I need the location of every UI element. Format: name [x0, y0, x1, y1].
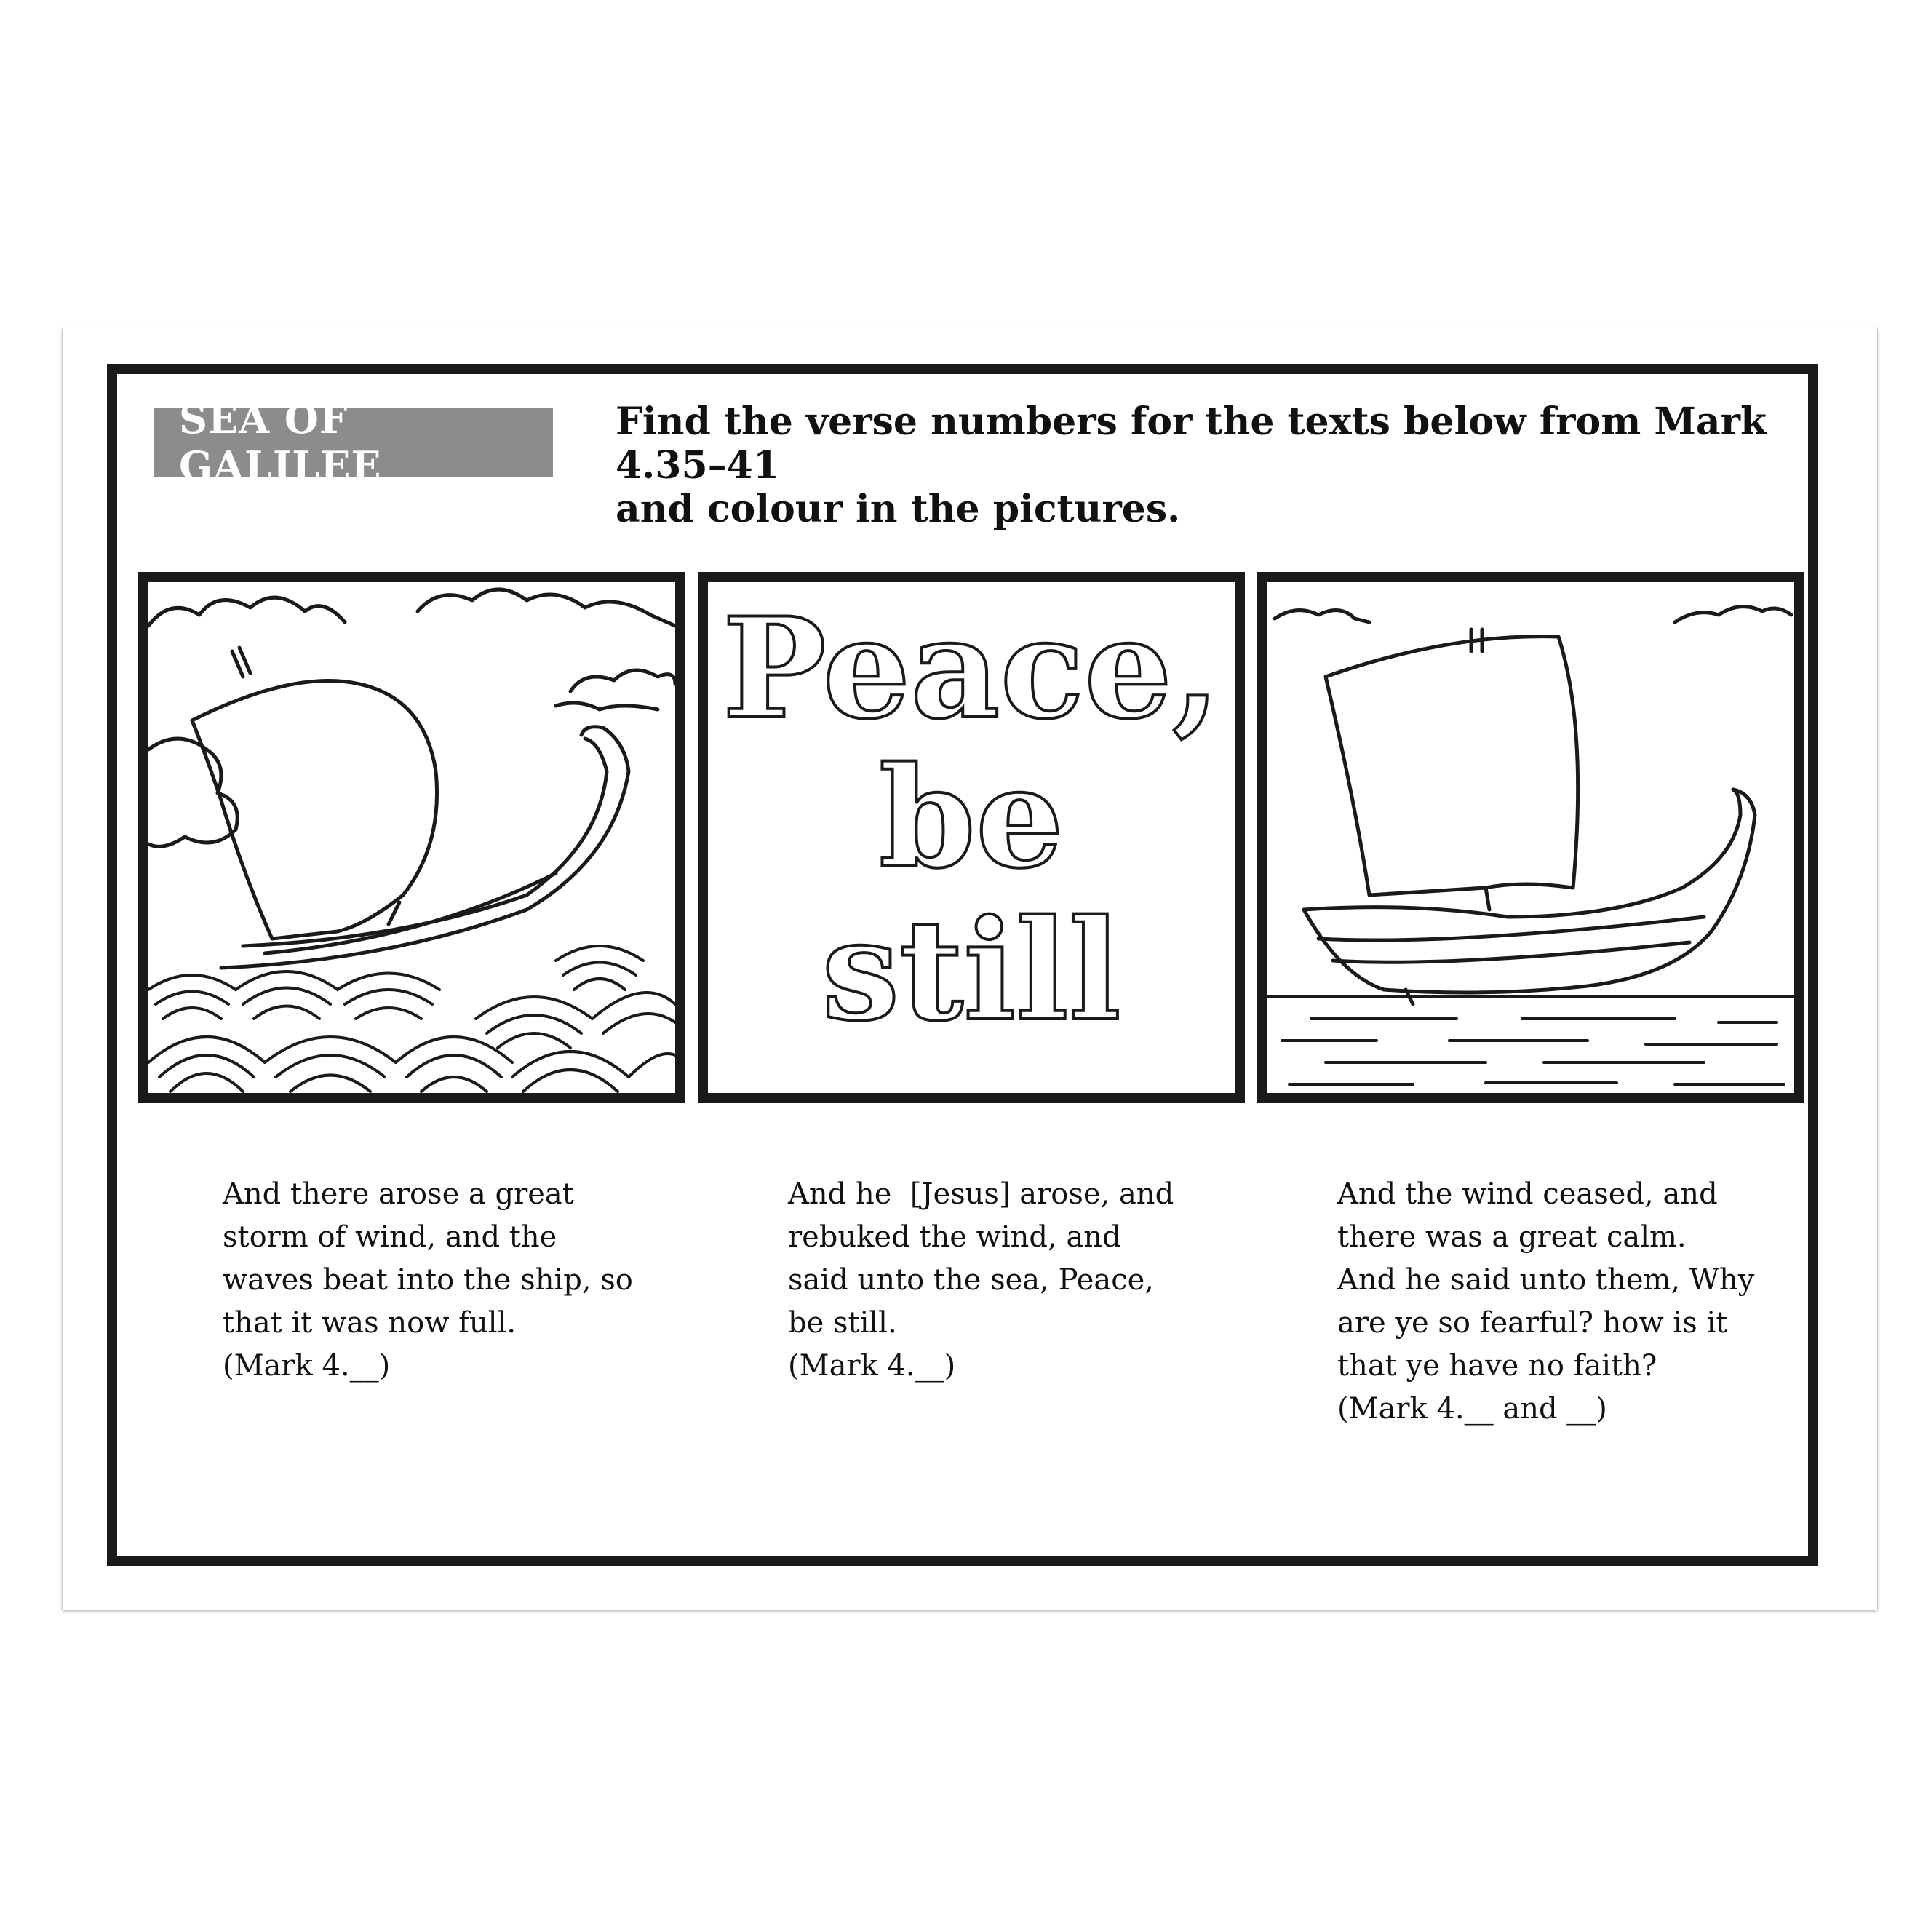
caption-rebuke: And he [Jesus] arose, and rebuked the wi… — [788, 1173, 1174, 1388]
title-badge: SEA OF GALILEE — [154, 396, 553, 489]
caption-line: And he [Jesus] arose, and — [788, 1177, 1174, 1211]
storm-picture-panel — [138, 572, 685, 1103]
caption-line: waves beat into the ship, so — [223, 1263, 633, 1297]
caption-calm: And the wind ceased, and there was a gre… — [1337, 1173, 1754, 1431]
title-badge-text: SEA OF GALILEE — [179, 396, 382, 489]
instructions-line-2: and colour in the pictures. — [616, 487, 1181, 531]
caption-line: that it was now full. — [223, 1306, 517, 1340]
caption-line: And he said unto them, Why — [1337, 1263, 1755, 1297]
peace-be-still-panel: Peace, be still — [698, 572, 1245, 1103]
caption-line: said unto the sea, Peace, — [788, 1263, 1155, 1297]
lettering-line-1: Peace, — [722, 587, 1220, 750]
instructions-line-1: Find the verse numbers for the texts bel… — [616, 399, 1767, 488]
storm-ship-illustration — [148, 587, 675, 1093]
verse-reference: (Mark 4.__ and __) — [1337, 1392, 1607, 1426]
caption-storm: And there arose a great storm of wind, a… — [223, 1173, 633, 1388]
lettering-line-3: still — [821, 889, 1120, 1052]
caption-line: are ye so fearful? how is it — [1337, 1306, 1728, 1340]
caption-line: storm of wind, and the — [223, 1220, 557, 1254]
caption-line: there was a great calm. — [1337, 1220, 1687, 1254]
caption-line: rebuked the wind, and — [788, 1220, 1121, 1254]
calm-picture-panel — [1257, 572, 1804, 1103]
caption-line: And the wind ceased, and — [1337, 1177, 1718, 1211]
peace-be-still-lettering: Peace, be still — [721, 586, 1222, 1053]
caption-line: be still. — [788, 1306, 897, 1340]
verse-reference: (Mark 4.__) — [223, 1349, 391, 1383]
caption-line: that ye have no faith? — [1337, 1349, 1657, 1383]
caption-line: And there arose a great — [223, 1177, 574, 1211]
lettering-line-2: be — [879, 736, 1064, 899]
verse-reference: (Mark 4.__) — [788, 1349, 956, 1383]
calm-ship-illustration — [1267, 605, 1794, 1086]
instructions: Find the verse numbers for the texts bel… — [616, 400, 1794, 531]
